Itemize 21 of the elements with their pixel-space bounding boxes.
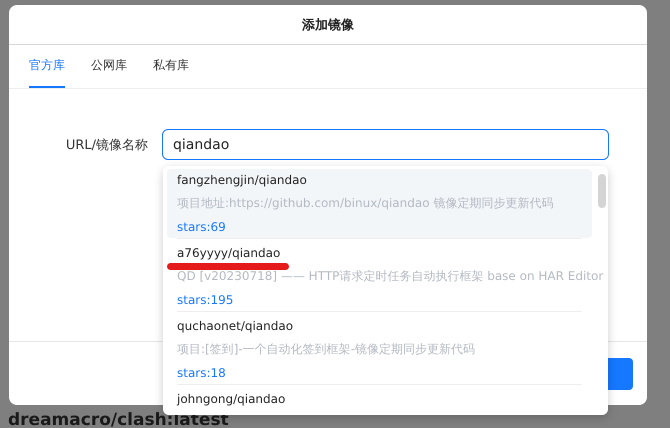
image-description: 项目地址:https://github.com/binux/qiandao 镜像定期同步更新代码 <box>177 195 554 212</box>
page-text: dreamacro/clash:latest <box>8 410 229 428</box>
image-description: 项目:[签到]-一个自动化签到框架-镜像定期同步更新代码 <box>177 341 476 358</box>
image-name: quchaonet/qiandao <box>177 319 294 333</box>
star-count: stars:195 <box>177 292 234 306</box>
tab[interactable]: 官方库 <box>29 45 65 88</box>
search-field[interactable]: qiandao <box>162 129 609 160</box>
tab[interactable]: 公网库 <box>91 45 127 88</box>
field-label: URL/镜像名称 <box>64 136 148 154</box>
suggestion-item[interactable]: johngong/qiandao <box>167 388 592 411</box>
suggestion-item[interactable]: quchaonet/qiandao 项目:[签到]-一个自动化签到框架-镜像定期同步更新代码 stars:18 <box>167 315 592 384</box>
suggestion-item[interactable]: fangzhengjin/qiandao 项目地址:https://github.com/binux/qiandao 镜像定期同步更新代码 stars:69 <box>167 169 592 238</box>
image-name: a76yyyy/qiandao <box>177 246 280 260</box>
star-count: stars:18 <box>177 366 226 380</box>
image-description: QD [v20230718] —— HTTP请求定时任务自动执行框架 base on HAR Editor <box>177 268 604 285</box>
dialog-title: 添加镜像 <box>302 16 354 34</box>
star-count: stars:69 <box>177 220 226 234</box>
image-name: fangzhengjin/qiandao <box>177 173 307 187</box>
tab[interactable]: 私有库 <box>153 45 189 88</box>
scrollbar[interactable] <box>598 174 606 208</box>
image-name: johngong/qiandao <box>177 392 286 406</box>
